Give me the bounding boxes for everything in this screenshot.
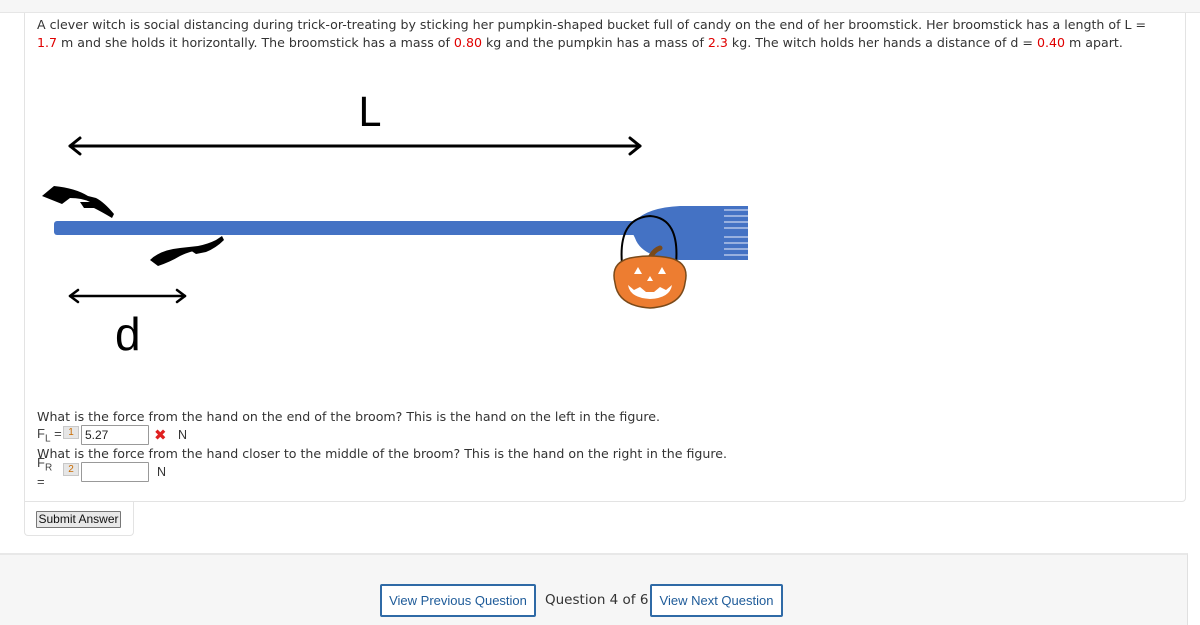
view-next-question-button[interactable]: View Next Question (650, 584, 783, 617)
broom-head (630, 206, 748, 260)
length-label: L (358, 90, 381, 136)
hand-distance-value: 0.40 (1036, 35, 1066, 50)
part-2-badge: 2 (63, 463, 79, 476)
force-subscript: L (44, 433, 51, 445)
broom-handle (54, 221, 654, 235)
broom-mass-value: 0.80 (453, 35, 482, 50)
part-1-badge: 1 (63, 426, 79, 439)
part-2-unit: N (157, 465, 167, 479)
distance-label: d (115, 308, 141, 360)
view-previous-question-button[interactable]: View Previous Question (380, 584, 536, 617)
part-1-answer-input[interactable] (81, 425, 149, 445)
submit-answer-button[interactable]: Submit Answer (36, 511, 121, 528)
question-navigation: View Previous Question Question 4 of 6 V… (0, 553, 1188, 625)
question-text: A clever witch is social distancing duri… (37, 16, 1167, 52)
equals-sign: = (37, 473, 45, 489)
force-symbol: F (37, 425, 45, 441)
question-position: Question 4 of 6 (545, 592, 649, 608)
pumpkin-mass-value: 2.3 (707, 35, 728, 50)
part-2-answer-row: FR = 2 N (37, 455, 167, 489)
force-subscript: R (44, 462, 53, 474)
part-1-answer-row: FL = 1 ✖ N (37, 425, 187, 445)
part-2-symbol: FR = (37, 455, 63, 489)
part-2-prompt: What is the force from the hand closer t… (37, 446, 728, 461)
length-arrow (68, 136, 642, 156)
incorrect-icon: ✖ (154, 426, 167, 444)
left-hand-icon (42, 186, 114, 218)
force-symbol: F (37, 455, 45, 471)
equals-sign: = (54, 425, 62, 441)
question-text-segment: kg and the pumpkin has a mass of (481, 35, 708, 50)
right-hand-icon (150, 236, 224, 266)
question-text-segment: m apart. (1065, 35, 1123, 50)
submit-area: Submit Answer (24, 502, 134, 536)
question-text-segment: kg. The witch holds her hands a distance… (727, 35, 1037, 50)
part-2-answer-input[interactable] (81, 462, 149, 482)
part-1-unit: N (178, 428, 188, 442)
distance-arrow (68, 288, 187, 304)
question-text-segment: m and she holds it horizontally. The bro… (57, 35, 454, 50)
question-text-segment: A clever witch is social distancing duri… (37, 17, 1147, 32)
length-value: 1.7 (37, 35, 58, 50)
broom-figure: L d (42, 90, 748, 360)
part-1-symbol: FL = (37, 426, 63, 445)
part-1-prompt: What is the force from the hand on the e… (37, 409, 660, 424)
top-bar (0, 0, 1200, 13)
